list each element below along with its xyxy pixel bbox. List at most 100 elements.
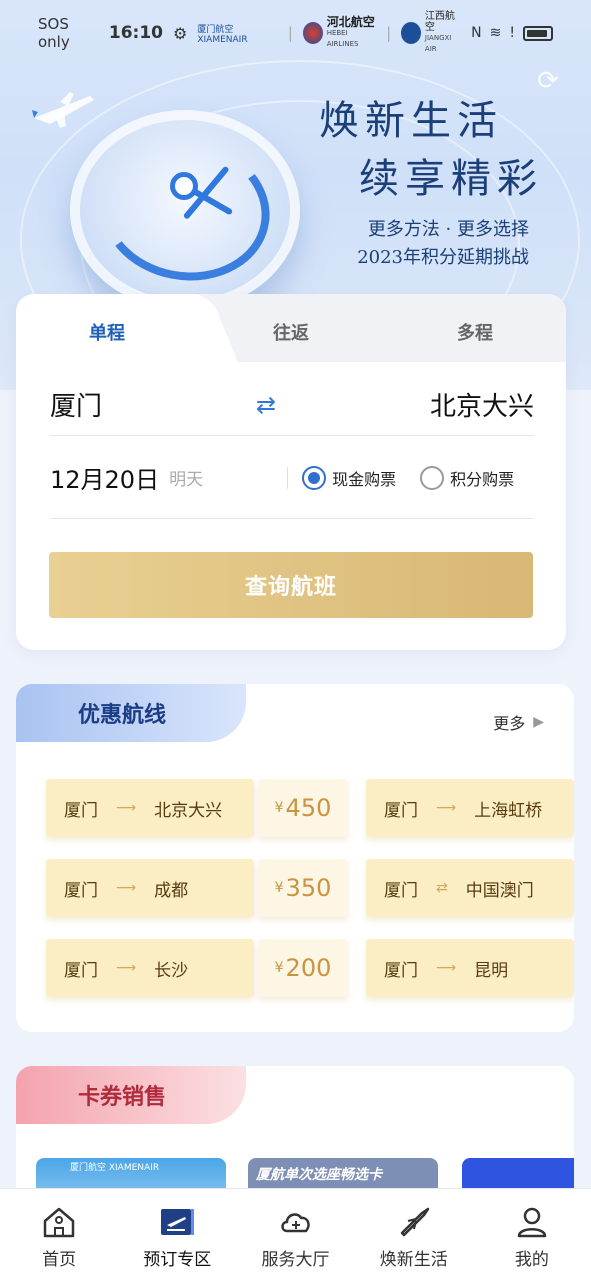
tab-one-way[interactable]: 单程 [16, 294, 198, 362]
hebei-airlines-logo: 河北航空 HEBEI AIRLINES [302, 14, 376, 50]
tab-round-trip[interactable]: 往返 [198, 294, 384, 362]
jiangxi-mark-icon [401, 22, 421, 44]
trip-type-tabs: 单程 往返 多程 [16, 294, 566, 362]
clock-time: 16:10 [108, 23, 163, 43]
currency-symbol: ¥ [274, 880, 284, 896]
nfc-icon: N [471, 25, 482, 41]
points-purchase-label: 积分购票 [450, 469, 515, 489]
xiamenair-logo: 厦门航空 XIAMENAIR [197, 22, 278, 45]
clock-center [170, 172, 198, 200]
departure-city[interactable]: 厦门 [50, 386, 102, 423]
nav-booking[interactable]: 预订专区 [118, 1189, 236, 1280]
route-to: 上海虹桥 [474, 800, 543, 821]
hero-sub-line2: 2023年积分延期挑战 [357, 247, 529, 268]
route-card[interactable]: 厦门 ⟶ 上海虹桥 [366, 779, 574, 837]
plane-tag-icon [400, 1207, 429, 1237]
home-icon [43, 1207, 75, 1238]
clock-arc [89, 126, 281, 294]
jiangxi-sub-label: JIANGXI AIR [424, 34, 452, 53]
chevron-right-icon: ▶ [533, 714, 544, 730]
departure-date[interactable]: 12月20日 [50, 460, 159, 495]
promo-section-header: 优惠航线 [16, 684, 246, 742]
round-trip-arrows-icon: ⇄ [436, 880, 448, 896]
card-thumb-title: 厦航单次选座畅选卡 [256, 1167, 382, 1183]
hero-title-line1: 焕新生活 [319, 98, 503, 144]
hero-subtitle: 更多方法 · 更多选择 2023年积分延期挑战 [357, 216, 529, 272]
jiangxi-air-logo: 江西航空 JIANGXI AIR [401, 11, 461, 55]
hero-title-line2: 续享精彩 [359, 156, 543, 202]
cards-section-header: 卡券销售 [16, 1066, 246, 1124]
bottom-navigation: 首页 预订专区 服务大厅 焕新生活 我的 [0, 1188, 591, 1280]
date-row: 12月20日 明天 现金购票 积分购票 [50, 437, 534, 519]
xiamenair-label: 厦门航空 XIAMENAIR [197, 24, 248, 45]
route-from: 厦门 [64, 880, 98, 901]
arrival-city[interactable]: 北京大兴 [430, 386, 534, 423]
cards-title: 卡券销售 [78, 1085, 167, 1110]
booking-icon [161, 1209, 195, 1235]
price-value: 450 [285, 794, 332, 822]
radio-selected-icon [302, 465, 327, 490]
nav-new-life[interactable]: 焕新生活 [355, 1189, 473, 1280]
route-card[interactable]: 厦门 ⟶ 长沙 [46, 939, 254, 997]
wifi-icon: ≋ [489, 25, 502, 41]
route-to: 北京大兴 [154, 800, 223, 821]
route-price[interactable]: ¥ 450 [258, 779, 348, 837]
hero-title: 焕新生活 续享精彩 [319, 92, 543, 208]
route-to: 长沙 [154, 960, 189, 981]
nav-home[interactable]: 首页 [0, 1189, 118, 1280]
promo-more-link[interactable]: 更多 ▶ [493, 710, 544, 734]
arrow-right-icon: ⟶ [436, 800, 457, 816]
radio-unselected-icon [420, 465, 445, 490]
currency-symbol: ¥ [274, 960, 284, 976]
nav-profile[interactable]: 我的 [473, 1189, 591, 1280]
nav-label: 预订专区 [143, 1250, 212, 1270]
route-card[interactable]: 厦门 ⇄ 中国澳门 [366, 859, 574, 917]
status-icons: N ≋ ! [471, 25, 554, 41]
nav-label: 首页 [42, 1250, 77, 1270]
route-price[interactable]: ¥ 200 [258, 939, 348, 997]
hero-sub-line1: 更多方法 · 更多选择 [367, 219, 529, 240]
route-from: 厦门 [64, 800, 98, 821]
battery-icon [523, 25, 554, 41]
user-icon [517, 1207, 547, 1238]
swap-cities-icon[interactable]: ⇄ [250, 389, 282, 421]
route-card[interactable]: 厦门 ⟶ 成都 [46, 859, 254, 917]
nav-label: 焕新生活 [379, 1250, 448, 1270]
search-flights-button[interactable]: 查询航班 [49, 552, 533, 618]
status-bar: SOS only 16:10 ⚙ 厦门航空 XIAMENAIR | 河北航空 H… [0, 0, 591, 66]
arrow-right-icon: ⟶ [436, 960, 457, 976]
nav-label: 服务大厅 [261, 1250, 330, 1270]
hebei-sub-label: HEBEI AIRLINES [326, 28, 359, 48]
app-screen: SOS only 16:10 ⚙ 厦门航空 XIAMENAIR | 河北航空 H… [0, 0, 591, 1280]
cash-purchase-label: 现金购票 [332, 469, 397, 489]
points-purchase-radio[interactable]: 积分购票 [420, 465, 515, 490]
jiangxi-label: 江西航空 [424, 11, 455, 33]
tab-multi-city[interactable]: 多程 [384, 294, 566, 362]
price-value: 200 [285, 954, 332, 982]
booking-card: 单程 往返 多程 厦门 ⇄ 北京大兴 12月20日 明天 现金购票 积分购票 查… [16, 294, 566, 650]
nav-label: 我的 [514, 1250, 549, 1270]
route-card[interactable]: 厦门 ⟶ 昆明 [366, 939, 574, 997]
hebei-label: 河北航空 [326, 14, 375, 29]
card-thumb-label: 厦门航空 XIAMENAIR [70, 1163, 160, 1173]
alert-icon: ! [509, 25, 516, 41]
route-from: 厦门 [384, 880, 418, 901]
more-label: 更多 [493, 714, 526, 733]
carrier-text: SOS only [38, 15, 70, 51]
arrow-right-icon: ⟶ [116, 960, 137, 976]
currency-symbol: ¥ [274, 800, 284, 816]
divider [287, 466, 289, 489]
hebei-mark-icon [302, 22, 323, 44]
route-card[interactable]: 厦门 ⟶ 北京大兴 [46, 779, 254, 837]
route-row: 厦门 ⇄ 北京大兴 [50, 374, 534, 436]
nav-service-hall[interactable]: 服务大厅 [236, 1189, 354, 1280]
route-from: 厦门 [384, 960, 418, 981]
route-from: 厦门 [384, 800, 418, 821]
clock-illustration [70, 110, 300, 310]
cash-purchase-radio[interactable]: 现金购票 [302, 465, 397, 490]
day-label: 明天 [169, 470, 204, 490]
route-to: 成都 [154, 880, 189, 901]
settings-icon: ⚙ [173, 23, 188, 43]
promo-title: 优惠航线 [78, 703, 167, 728]
route-price[interactable]: ¥ 350 [258, 859, 348, 917]
